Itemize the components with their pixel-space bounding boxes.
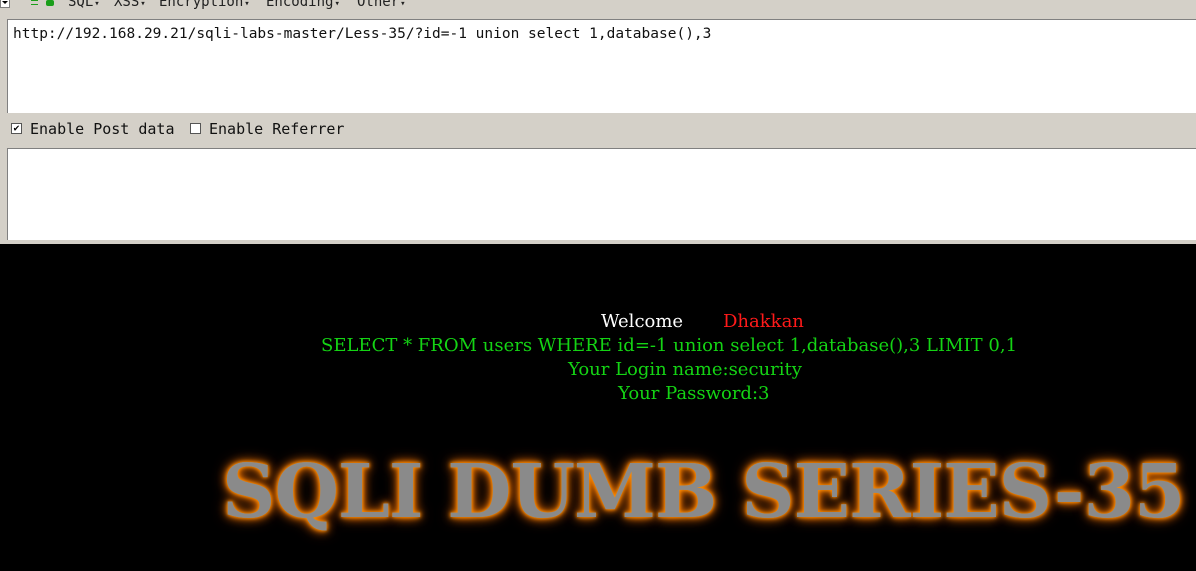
decrease-icon[interactable] xyxy=(31,0,38,5)
hackbar-toolbar: SQL XSS Encryption Encoding Other xyxy=(0,0,1196,13)
menu-sql[interactable]: SQL xyxy=(68,0,100,10)
url-textarea[interactable]: http://192.168.29.21/sqli-labs-master/Le… xyxy=(7,19,1196,113)
url-value: http://192.168.29.21/sqli-labs-master/Le… xyxy=(13,26,712,42)
welcome-text: Welcome xyxy=(601,311,684,332)
page-content: Welcome Dhakkan SELECT * FROM users WHER… xyxy=(0,244,1196,571)
options-bar: ✔ Enable Post data Enable Referrer xyxy=(0,113,1196,148)
menu-other[interactable]: Other xyxy=(357,0,406,10)
increase-icon[interactable] xyxy=(46,0,54,6)
login-name-text: Your Login name:security xyxy=(568,359,802,380)
dropdown-arrow-icon[interactable] xyxy=(0,0,10,8)
series-banner: SQLI DUMB SERIES-35 xyxy=(222,449,1185,535)
menu-xss[interactable]: XSS xyxy=(114,0,146,10)
password-text: Your Password:3 xyxy=(618,383,770,404)
menu-encryption[interactable]: Encryption xyxy=(159,0,250,10)
enable-referrer-checkbox[interactable] xyxy=(190,123,201,134)
enable-post-data-checkbox[interactable]: ✔ xyxy=(11,123,22,134)
sql-query-text: SELECT * FROM users WHERE id=-1 union se… xyxy=(321,335,1018,356)
post-data-textarea[interactable] xyxy=(7,148,1196,240)
menu-encoding[interactable]: Encoding xyxy=(266,0,340,10)
enable-post-data-label[interactable]: Enable Post data xyxy=(30,120,175,138)
username-text: Dhakkan xyxy=(723,311,804,332)
enable-referrer-label[interactable]: Enable Referrer xyxy=(209,120,344,138)
